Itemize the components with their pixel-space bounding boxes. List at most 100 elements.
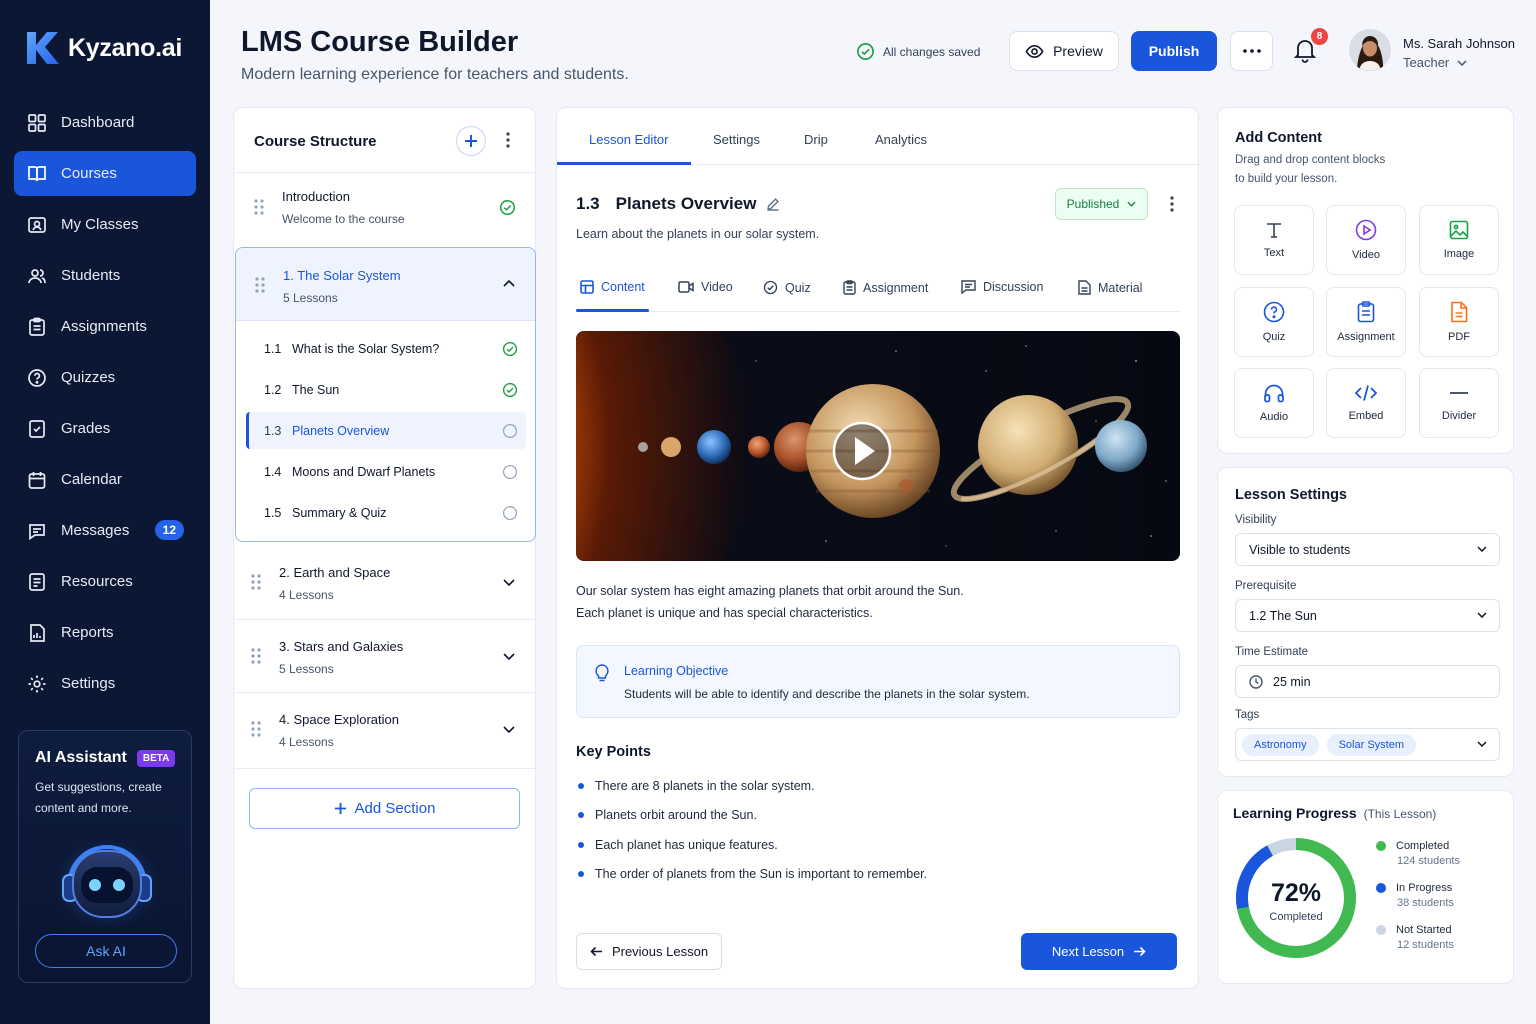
check-circle-icon <box>763 280 778 295</box>
sidebar-item-assignments[interactable]: Assignments <box>14 304 196 349</box>
preview-button[interactable]: Preview <box>1009 31 1119 71</box>
lesson-item[interactable]: 1.5 Summary & Quiz <box>246 494 526 531</box>
sidebar-item-settings[interactable]: Settings <box>14 661 196 706</box>
lesson-number: 1.1 <box>264 341 282 356</box>
prerequisite-select[interactable]: 1.2 The Sun <box>1235 599 1500 632</box>
chevron-down-icon <box>1477 546 1487 552</box>
drag-handle-icon[interactable] <box>254 199 264 215</box>
headphones-icon <box>1263 383 1285 403</box>
previous-lesson-label: Previous Lesson <box>611 944 709 959</box>
lesson-item-active[interactable]: 1.3 Planets Overview <box>246 412 526 449</box>
sidebar-item-label: Resources <box>61 573 133 590</box>
lesson-item[interactable]: 1.1 What is the Solar System? <box>246 330 526 367</box>
block-assignment[interactable]: Assignment <box>1326 287 1406 357</box>
block-embed[interactable]: Embed <box>1326 368 1406 438</box>
user-role-menu[interactable]: Teacher <box>1403 55 1467 70</box>
drag-handle-icon[interactable] <box>251 721 261 737</box>
sidebar-item-reports[interactable]: Reports <box>14 610 196 655</box>
block-audio[interactable]: Audio <box>1234 368 1314 438</box>
divider-icon <box>1448 384 1470 402</box>
course-structure-panel: Course Structure Introduction Welcome to… <box>233 107 536 989</box>
tab-material[interactable]: Material <box>1078 280 1142 295</box>
lesson-item[interactable]: 1.4 Moons and Dwarf Planets <box>246 453 526 490</box>
more-options-button[interactable] <box>1230 31 1273 71</box>
sidebar-item-grades[interactable]: Grades <box>14 406 196 451</box>
next-lesson-label: Next Lesson <box>1051 944 1125 959</box>
add-section-button[interactable]: Add Section <box>249 788 520 829</box>
sidebar-item-messages[interactable]: Messages 12 <box>14 508 196 553</box>
pencil-icon[interactable] <box>766 197 780 211</box>
drag-handle-icon[interactable] <box>255 277 265 293</box>
drag-handle-icon[interactable] <box>251 574 261 590</box>
tags-select[interactable]: Astronomy Solar System <box>1235 728 1500 761</box>
previous-lesson-button[interactable]: Previous Lesson <box>576 933 722 970</box>
lesson-video[interactable] <box>576 331 1180 561</box>
sidebar-item-calendar[interactable]: Calendar <box>14 457 196 502</box>
tab-video[interactable]: Video <box>678 280 733 294</box>
check-circle-icon <box>502 341 518 357</box>
sidebar-item-students[interactable]: Students <box>14 253 196 298</box>
lesson-heading-title[interactable]: Planets Overview <box>616 194 757 214</box>
bullet <box>578 842 584 848</box>
tab-analytics[interactable]: Analytics <box>875 132 927 147</box>
time-estimate-field[interactable]: 25 min <box>1235 665 1500 698</box>
block-quiz[interactable]: Quiz <box>1234 287 1314 357</box>
tag-chip[interactable]: Astronomy <box>1242 733 1319 756</box>
clipboard-icon <box>26 316 48 338</box>
kebab-menu-icon[interactable] <box>1170 196 1174 212</box>
visibility-select[interactable]: Visible to students <box>1235 533 1500 566</box>
sidebar-item-label: Quizzes <box>61 369 116 386</box>
sidebar-item-label: Assignments <box>61 318 147 335</box>
key-point-text: Each planet has unique features. <box>595 838 778 852</box>
pdf-icon <box>1450 301 1468 323</box>
next-lesson-button[interactable]: Next Lesson <box>1021 933 1177 970</box>
logo[interactable]: Kyzano.ai <box>24 30 182 66</box>
grades-icon <box>26 418 48 440</box>
arrow-left-icon <box>590 946 603 957</box>
sidebar-item-dashboard[interactable]: Dashboard <box>14 100 196 145</box>
block-video[interactable]: Video <box>1326 205 1406 275</box>
chevron-down-icon[interactable] <box>503 579 515 586</box>
tab-lesson-editor[interactable]: Lesson Editor <box>589 132 669 147</box>
legend-not-started: Not Started 12 students <box>1376 924 1454 951</box>
tab-drip[interactable]: Drip <box>804 132 828 147</box>
sidebar-item-my-classes[interactable]: My Classes <box>14 202 196 247</box>
sidebar-item-courses[interactable]: Courses <box>14 151 196 196</box>
lesson-item[interactable]: 1.2 The Sun <box>246 371 526 408</box>
tag-chip[interactable]: Solar System <box>1326 733 1416 756</box>
tab-assignment[interactable]: Assignment <box>843 280 928 295</box>
avatar[interactable] <box>1349 29 1391 71</box>
tab-content[interactable]: Content <box>580 280 645 294</box>
publish-button[interactable]: Publish <box>1131 31 1217 71</box>
chevron-up-icon[interactable] <box>503 280 515 287</box>
chevron-down-icon[interactable] <box>503 726 515 733</box>
add-content-desc: Drag and drop content blocks to build yo… <box>1235 151 1385 189</box>
chevron-down-icon[interactable] <box>503 653 515 660</box>
intro-title[interactable]: Introduction <box>282 189 350 204</box>
block-divider[interactable]: Divider <box>1419 368 1499 438</box>
sidebar-item-quizzes[interactable]: Quizzes <box>14 355 196 400</box>
add-item-button[interactable] <box>456 126 486 156</box>
paragraph-line: Each planet is unique and has special ch… <box>576 606 873 620</box>
section-lesson-count: 5 Lessons <box>283 291 338 305</box>
block-text[interactable]: Text <box>1234 205 1314 275</box>
block-image[interactable]: Image <box>1419 205 1499 275</box>
section-header[interactable]: 1. The Solar System 5 Lessons <box>236 248 535 321</box>
drag-handle-icon[interactable] <box>251 648 261 664</box>
tab-quiz[interactable]: Quiz <box>763 280 811 295</box>
tab-discussion[interactable]: Discussion <box>961 280 1043 294</box>
section-title: 2. Earth and Space <box>279 565 391 580</box>
kebab-menu-icon[interactable] <box>506 132 510 148</box>
sidebar-item-resources[interactable]: Resources <box>14 559 196 604</box>
file-icon <box>26 571 48 593</box>
prerequisite-label: Prerequisite <box>1235 580 1297 592</box>
status-dropdown[interactable]: Published <box>1055 188 1148 220</box>
tab-settings[interactable]: Settings <box>713 132 760 147</box>
check-circle-icon <box>856 42 875 61</box>
chevron-down-icon <box>1127 201 1136 207</box>
sidebar-item-label: Courses <box>61 165 117 182</box>
plus-icon <box>465 135 477 147</box>
block-pdf[interactable]: PDF <box>1419 287 1499 357</box>
learning-progress-title: Learning Progress (This Lesson) <box>1233 805 1436 821</box>
ask-ai-button[interactable]: Ask AI <box>35 934 177 968</box>
